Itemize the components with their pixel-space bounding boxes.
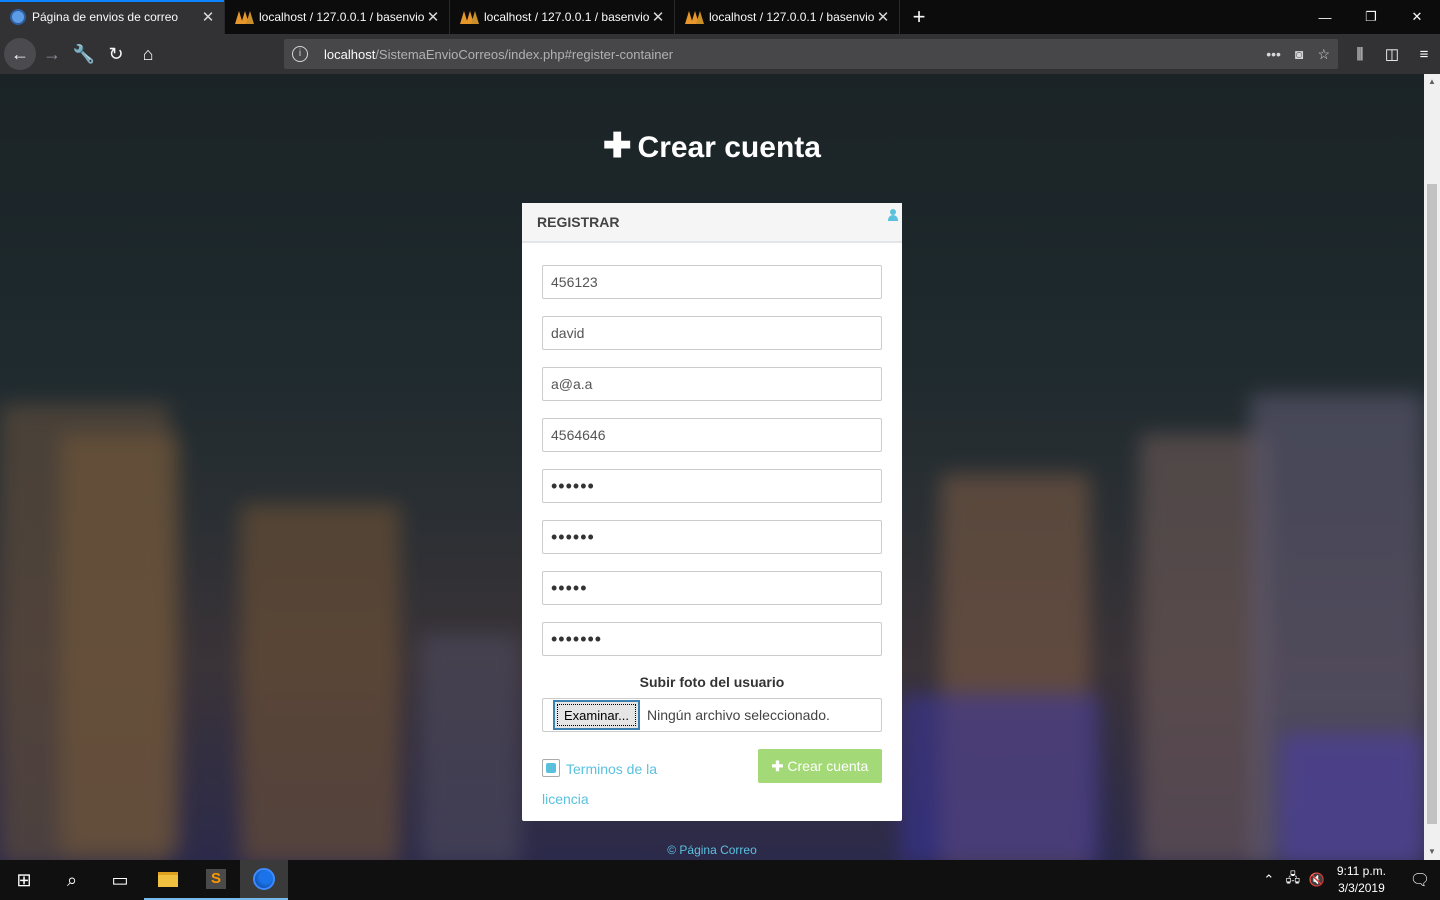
password-field-1[interactable]: •••••• xyxy=(542,469,882,503)
file-status: Ningún archivo seleccionado. xyxy=(647,707,830,723)
more-actions-icon[interactable]: ••• xyxy=(1266,46,1281,63)
task-view-icon[interactable]: ▭ xyxy=(96,860,144,900)
password-field-4[interactable]: ••••••• xyxy=(542,622,882,656)
bookmark-star-icon[interactable]: ☆ xyxy=(1317,46,1330,63)
sublime-text-icon[interactable]: S xyxy=(192,860,240,900)
url-path: /SistemaEnvioCorreos/index.php#register-… xyxy=(375,46,674,62)
panel-header: REGISTRAR xyxy=(522,203,902,243)
system-tray: ⌃ 🖧 🔇 9:11 p.m. 3/3/2019 🗨 xyxy=(1257,863,1440,897)
home-icon[interactable]: ⌂ xyxy=(132,38,164,70)
close-tab-icon[interactable]: ✕ xyxy=(425,8,441,26)
terms-checkbox-group: Terminos de la licencia xyxy=(542,754,682,814)
plus-icon: ✚ xyxy=(771,757,784,774)
close-tab-icon[interactable]: ✕ xyxy=(200,8,216,26)
menu-icon[interactable]: ≡ xyxy=(1408,46,1440,63)
browser-nav-bar: ← → 🔧 ↻ ⌂ i localhost/SistemaEnvioCorreo… xyxy=(0,34,1440,74)
back-arrow-icon[interactable]: ← xyxy=(4,38,36,70)
password-field-3[interactable]: ••••• xyxy=(542,571,882,605)
panel-title: REGISTRAR xyxy=(537,214,620,230)
page-title-text: Crear cuenta xyxy=(637,131,821,164)
url-host: localhost xyxy=(324,46,376,62)
restore-icon[interactable]: ❐ xyxy=(1348,0,1394,34)
background-glow xyxy=(900,694,1100,860)
library-icon[interactable]: ⫼ xyxy=(1344,46,1376,63)
register-panel: REGISTRAR 456123 david a@a.a 4564646 •••… xyxy=(522,203,902,821)
background-building xyxy=(60,434,180,854)
email-field[interactable]: a@a.a xyxy=(542,367,882,401)
terms-link-continued[interactable]: licencia xyxy=(542,791,589,807)
globe-icon xyxy=(10,9,26,25)
background-glow xyxy=(1280,734,1424,860)
phpmyadmin-icon xyxy=(235,10,254,24)
create-account-label: Crear cuenta xyxy=(787,758,869,774)
network-icon[interactable]: 🖧 xyxy=(1281,869,1305,891)
file-input[interactable]: Examinar... Ningún archivo seleccionado. xyxy=(542,698,882,732)
chevron-up-icon[interactable]: ⌃ xyxy=(1257,872,1281,888)
id-field[interactable]: 456123 xyxy=(542,265,882,299)
scrollbar-thumb[interactable] xyxy=(1427,184,1437,824)
close-tab-icon[interactable]: ✕ xyxy=(875,8,891,26)
forward-arrow-icon[interactable]: → xyxy=(36,38,68,70)
vertical-scrollbar[interactable]: ▲ ▼ xyxy=(1424,74,1440,860)
window-controls: — ❐ ✕ xyxy=(1302,0,1440,34)
phone-field[interactable]: 4564646 xyxy=(542,418,882,452)
info-icon[interactable]: i xyxy=(292,46,308,62)
windows-start-icon[interactable]: ⊞ xyxy=(0,860,48,900)
phpmyadmin-icon xyxy=(685,10,704,24)
reload-icon[interactable]: ↻ xyxy=(100,38,132,70)
tab-title: localhost / 127.0.0.1 / basenvio xyxy=(709,10,875,24)
search-icon[interactable]: ⌕ xyxy=(48,860,96,900)
tab-title: Página de envios de correo xyxy=(32,10,179,24)
wrench-icon[interactable]: 🔧 xyxy=(68,38,100,70)
notifications-icon[interactable]: 🗨 xyxy=(1400,870,1440,890)
close-tab-icon[interactable]: ✕ xyxy=(650,8,666,26)
pocket-icon[interactable]: ◙ xyxy=(1295,46,1303,63)
close-window-icon[interactable]: ✕ xyxy=(1394,0,1440,34)
file-explorer-icon[interactable] xyxy=(144,860,192,900)
page-title: ✚ Crear cuenta xyxy=(0,126,1424,166)
footer-text: © Página Correo xyxy=(667,843,757,857)
terms-link[interactable]: Terminos de la xyxy=(566,761,657,777)
clock-time: 9:11 p.m. xyxy=(1336,864,1386,878)
address-bar[interactable]: i localhost/SistemaEnvioCorreos/index.ph… xyxy=(284,39,1338,69)
new-tab-button[interactable]: + xyxy=(900,0,938,34)
clock[interactable]: 9:11 p.m. 3/3/2019 xyxy=(1337,863,1386,897)
browse-button[interactable]: Examinar... xyxy=(553,700,640,730)
tab-title: localhost / 127.0.0.1 / basenvio xyxy=(484,10,650,24)
phpmyadmin-icon xyxy=(460,10,479,24)
scroll-down-arrow-icon[interactable]: ▼ xyxy=(1424,844,1440,860)
page-viewport: ✚ Crear cuenta REGISTRAR 456123 david a@a… xyxy=(0,74,1424,860)
minimize-icon[interactable]: — xyxy=(1302,0,1348,34)
background-building xyxy=(420,634,520,860)
user-icon xyxy=(888,209,898,221)
plus-icon: ✚ xyxy=(603,127,632,165)
windows-taskbar: ⊞ ⌕ ▭ S ⌃ 🖧 🔇 9:11 p.m. 3/3/2019 🗨 xyxy=(0,860,1440,900)
tab-pagina-envios[interactable]: Página de envios de correo ✕ xyxy=(0,0,225,34)
firefox-icon[interactable] xyxy=(240,860,288,900)
tab-phpmyadmin-3[interactable]: localhost / 127.0.0.1 / basenvio ✕ xyxy=(675,0,900,34)
upload-photo-label: Subir foto del usuario xyxy=(639,674,785,690)
tab-phpmyadmin-1[interactable]: localhost / 127.0.0.1 / basenvio ✕ xyxy=(225,0,450,34)
tab-title: localhost / 127.0.0.1 / basenvio xyxy=(259,10,425,24)
background-building xyxy=(240,504,400,860)
password-field-2[interactable]: •••••• xyxy=(542,520,882,554)
scroll-up-arrow-icon[interactable]: ▲ xyxy=(1424,74,1440,90)
clock-date: 3/3/2019 xyxy=(1338,881,1385,895)
browser-tab-bar: Página de envios de correo ✕ localhost /… xyxy=(0,0,1440,34)
terms-checkbox[interactable] xyxy=(542,759,560,777)
toolbar-right: ⫼ ◫ ≡ xyxy=(1344,34,1440,74)
volume-muted-icon[interactable]: 🔇 xyxy=(1305,872,1329,888)
sidebar-icon[interactable]: ◫ xyxy=(1376,45,1408,63)
create-account-button[interactable]: ✚ Crear cuenta xyxy=(758,749,882,783)
name-field[interactable]: david xyxy=(542,316,882,350)
tab-phpmyadmin-2[interactable]: localhost / 127.0.0.1 / basenvio ✕ xyxy=(450,0,675,34)
